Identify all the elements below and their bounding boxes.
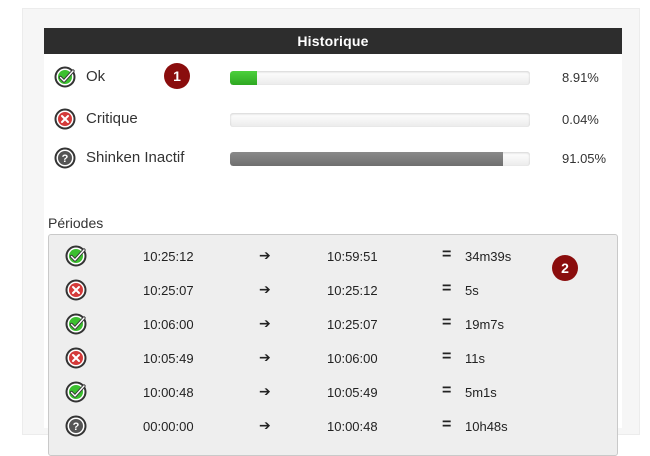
period-start: 10:06:00 (143, 317, 194, 332)
period-duration: 5s (465, 283, 479, 298)
periods-list: 10:25:12 ➔ 10:59:51 = 34m39s 10:25:07 ➔ … (48, 234, 618, 456)
x-circle-icon (65, 279, 87, 301)
equals-sign: = (442, 416, 451, 434)
period-row: ? 00:00:00 ➔ 10:00:48 = 10h48s (49, 409, 617, 443)
period-start: 00:00:00 (143, 419, 194, 434)
equals-sign: = (442, 348, 451, 366)
arrow-right-icon: ➔ (259, 383, 271, 400)
period-row: 10:05:49 ➔ 10:06:00 = 11s (49, 341, 617, 375)
state-row-ok: Ok 8.91% (44, 62, 622, 92)
question-circle-icon: ? (65, 415, 87, 437)
check-circle-icon (54, 66, 76, 88)
svg-text:?: ? (73, 421, 80, 433)
x-circle-icon (65, 347, 87, 369)
percentage-value: 8.91% (562, 70, 599, 85)
period-end: 10:59:51 (327, 249, 378, 264)
equals-sign: = (442, 314, 451, 332)
percentage-value: 0.04% (562, 112, 599, 127)
progress-bar-fill (230, 152, 503, 166)
period-row: 10:06:00 ➔ 10:25:07 = 19m7s (49, 307, 617, 341)
period-start: 10:00:48 (143, 385, 194, 400)
period-row: 10:25:07 ➔ 10:25:12 = 5s (49, 273, 617, 307)
state-row-critical: Critique 0.04% (44, 104, 622, 134)
check-circle-icon (65, 381, 87, 403)
period-start: 10:25:07 (143, 283, 194, 298)
periods-title: Périodes (48, 215, 103, 231)
period-end: 10:25:12 (327, 283, 378, 298)
equals-sign: = (442, 382, 451, 400)
arrow-right-icon: ➔ (259, 281, 271, 298)
equals-sign: = (442, 246, 451, 264)
question-circle-icon: ? (54, 147, 76, 169)
state-label: Shinken Inactif (86, 149, 184, 166)
panel-title: Historique (44, 28, 622, 54)
progress-bar (230, 152, 530, 166)
state-label: Critique (86, 110, 138, 127)
period-duration: 34m39s (465, 249, 511, 264)
svg-text:?: ? (62, 153, 69, 165)
equals-sign: = (442, 280, 451, 298)
progress-bar-fill (230, 71, 257, 85)
arrow-right-icon: ➔ (259, 349, 271, 366)
period-end: 10:06:00 (327, 351, 378, 366)
period-end: 10:00:48 (327, 419, 378, 434)
period-end: 10:05:49 (327, 385, 378, 400)
annotation-badge-2: 2 (552, 255, 578, 281)
arrow-right-icon: ➔ (259, 417, 271, 434)
percentage-value: 91.05% (562, 151, 606, 166)
check-circle-icon (65, 313, 87, 335)
annotation-badge-1: 1 (164, 63, 190, 89)
period-row: 10:25:12 ➔ 10:59:51 = 34m39s (49, 239, 617, 273)
state-row-inactive: ? Shinken Inactif 91.05% (44, 143, 622, 173)
period-duration: 19m7s (465, 317, 504, 332)
period-duration: 10h48s (465, 419, 508, 434)
arrow-right-icon: ➔ (259, 247, 271, 264)
period-start: 10:25:12 (143, 249, 194, 264)
state-label: Ok (86, 68, 105, 85)
progress-bar (230, 113, 530, 127)
period-row: 10:00:48 ➔ 10:05:49 = 5m1s (49, 375, 617, 409)
period-start: 10:05:49 (143, 351, 194, 366)
period-duration: 11s (465, 351, 485, 366)
x-circle-icon (54, 108, 76, 130)
period-duration: 5m1s (465, 385, 497, 400)
progress-bar (230, 71, 530, 85)
arrow-right-icon: ➔ (259, 315, 271, 332)
check-circle-icon (65, 245, 87, 267)
history-panel: Historique Ok 8.91% Critique 0.04% ? Shi… (44, 28, 622, 428)
period-end: 10:25:07 (327, 317, 378, 332)
